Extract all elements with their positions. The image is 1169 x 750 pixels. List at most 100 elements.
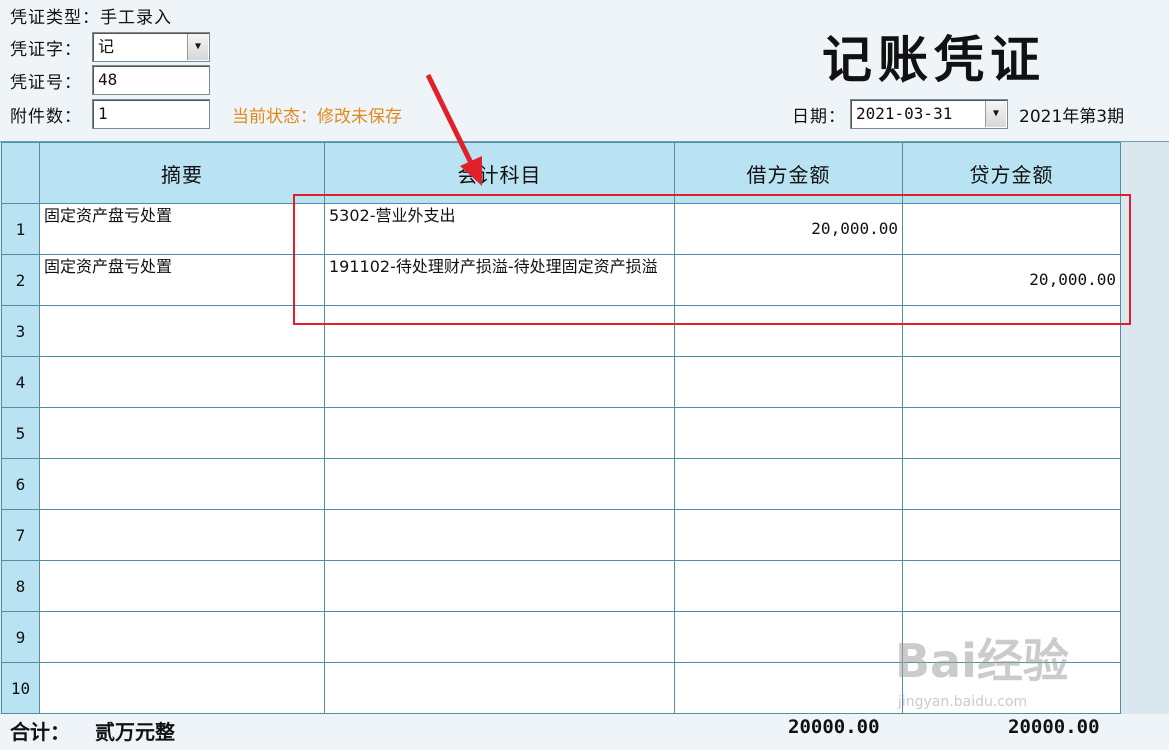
credit-cell[interactable] (902, 407, 1121, 459)
debit-amount (676, 460, 902, 475)
summary-cell[interactable] (39, 407, 325, 459)
debit-amount (676, 562, 902, 577)
summary-cell[interactable] (39, 305, 325, 357)
col-header-summary[interactable]: 摘要 (39, 142, 325, 204)
chevron-down-icon[interactable]: ▼ (985, 101, 1006, 127)
credit-amount (904, 358, 1120, 373)
credit-cell[interactable] (902, 560, 1121, 612)
account-text (326, 358, 674, 362)
account-cell[interactable] (324, 458, 675, 510)
account-text (326, 664, 674, 668)
chevron-down-icon[interactable]: ▼ (187, 34, 208, 60)
table-row[interactable]: 8 (1, 560, 1121, 612)
watermark-url: jingyan.baidu.com (898, 694, 1028, 710)
credit-cell[interactable] (902, 356, 1121, 408)
date-picker[interactable]: 2021-03-31 ▼ (850, 99, 1008, 129)
total-label: 合计： (10, 720, 70, 744)
debit-amount (676, 664, 902, 679)
row-number: 1 (1, 203, 40, 255)
table-row[interactable]: 4 (1, 356, 1121, 408)
debit-cell[interactable] (674, 356, 903, 408)
summary-text: 固定资产盘亏处置 (44, 206, 173, 225)
period-text: 2021年第3期 (1019, 107, 1125, 127)
credit-amount (904, 562, 1120, 577)
summary-cell[interactable] (39, 509, 325, 561)
debit-amount (676, 358, 902, 373)
debit-amount (676, 613, 902, 628)
account-text (326, 613, 674, 617)
debit-amount (676, 511, 902, 526)
row-number: 2 (1, 254, 40, 306)
account-cell[interactable] (324, 356, 675, 408)
credit-amount (904, 511, 1120, 526)
voucher-no-label: 凭证号： (10, 73, 82, 93)
summary-cell[interactable] (39, 560, 325, 612)
voucher-no-input[interactable]: 48 (92, 65, 210, 95)
summary-text (41, 409, 324, 413)
table-row[interactable]: 6 (1, 458, 1121, 510)
attachments-input[interactable]: 1 (92, 99, 210, 129)
row-number: 7 (1, 509, 40, 561)
corner-cell (1, 142, 40, 204)
date-value: 2021-03-31 (856, 104, 953, 123)
voucher-type: 凭证类型：手工录入 (10, 3, 172, 28)
summary-text (41, 562, 324, 566)
summary-text: 固定资产盘亏处置 (44, 257, 173, 276)
account-cell[interactable] (324, 611, 675, 663)
table-row[interactable]: 7 (1, 509, 1121, 561)
summary-cell[interactable]: 固定资产盘亏处置 (39, 203, 325, 255)
debit-cell[interactable] (674, 509, 903, 561)
credit-amount (904, 409, 1120, 424)
row-number: 4 (1, 356, 40, 408)
account-cell[interactable] (324, 407, 675, 459)
status-text: 当前状态：修改未保存 (232, 107, 402, 127)
debit-cell[interactable] (674, 611, 903, 663)
row-number: 5 (1, 407, 40, 459)
watermark-logo: Bai经验 (895, 634, 1069, 688)
account-cell[interactable] (324, 662, 675, 714)
row-number: 6 (1, 458, 40, 510)
account-cell[interactable] (324, 509, 675, 561)
voucher-type-value: 手工录入 (100, 8, 172, 28)
account-text (326, 511, 674, 515)
voucher-word-value: 记 (98, 37, 115, 56)
debit-cell[interactable] (674, 662, 903, 714)
account-text (326, 562, 674, 566)
voucher-word-label: 凭证字： (10, 40, 82, 60)
summary-text (41, 511, 324, 515)
voucher-word-select[interactable]: 记 ▼ (92, 32, 210, 62)
total-words: 贰万元整 (95, 720, 175, 744)
debit-cell[interactable] (674, 560, 903, 612)
debit-cell[interactable] (674, 458, 903, 510)
credit-amount (904, 460, 1120, 475)
summary-text (41, 358, 324, 362)
account-text (326, 409, 674, 413)
row-number: 10 (1, 662, 40, 714)
debit-amount (676, 409, 902, 424)
row-number: 9 (1, 611, 40, 663)
arrow-annotation-icon (425, 73, 482, 186)
summary-text (41, 664, 324, 668)
summary-cell[interactable] (39, 611, 325, 663)
summary-text (41, 307, 324, 311)
highlight-box (293, 194, 1131, 325)
summary-cell[interactable]: 固定资产盘亏处置 (39, 254, 325, 306)
row-number: 3 (1, 305, 40, 357)
debit-cell[interactable] (674, 407, 903, 459)
account-text (326, 460, 674, 464)
summary-cell[interactable] (39, 662, 325, 714)
credit-cell[interactable] (902, 458, 1121, 510)
credit-total: 20000.00 (1008, 716, 1100, 738)
voucher-type-label: 凭证类型： (10, 8, 100, 28)
date-label: 日期： (792, 107, 846, 127)
page-title: 记账凭证 (822, 30, 1046, 89)
row-number: 8 (1, 560, 40, 612)
debit-total: 20000.00 (788, 716, 880, 738)
attachments-label: 附件数： (10, 107, 82, 127)
credit-cell[interactable] (902, 509, 1121, 561)
account-cell[interactable] (324, 560, 675, 612)
summary-cell[interactable] (39, 458, 325, 510)
table-row[interactable]: 5 (1, 407, 1121, 459)
summary-cell[interactable] (39, 356, 325, 408)
summary-text (41, 613, 324, 617)
